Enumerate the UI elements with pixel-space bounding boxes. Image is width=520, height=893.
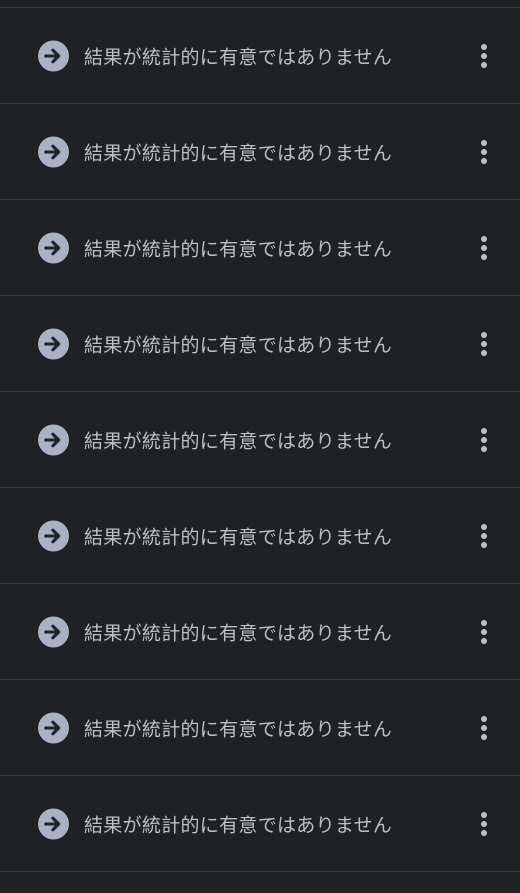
list-item[interactable]: 結果が統計的に有意ではありません (0, 776, 520, 872)
list-item-label: 結果が統計的に有意ではありません (84, 622, 393, 644)
arrow-right-circle-icon (38, 232, 69, 263)
list-item[interactable]: 結果が統計的に有意ではありません (0, 296, 520, 392)
arrow-right-circle-icon (38, 712, 69, 743)
list-item-label: 結果が統計的に有意ではありません (84, 430, 393, 452)
list-item-label: 結果が統計的に有意ではありません (84, 718, 393, 740)
more-vert-icon[interactable] (468, 324, 500, 364)
list-item[interactable]: 結果が統計的に有意ではありません (0, 392, 520, 488)
list-item-label: 結果が統計的に有意ではありません (84, 334, 393, 356)
more-vert-icon[interactable] (468, 516, 500, 556)
list-item[interactable]: 結果が統計的に有意ではありません (0, 200, 520, 296)
arrow-right-circle-icon (38, 616, 69, 647)
list-item-label: 結果が統計的に有意ではありません (84, 142, 393, 164)
more-vert-icon[interactable] (468, 228, 500, 268)
list-item[interactable]: 結果が統計的に有意ではありません (0, 584, 520, 680)
arrow-right-circle-icon (38, 520, 69, 551)
more-vert-icon[interactable] (468, 612, 500, 652)
list-item[interactable]: 結果が統計的に有意ではありません (0, 8, 520, 104)
arrow-right-circle-icon (38, 424, 69, 455)
arrow-right-circle-icon (38, 328, 69, 359)
list-item-label: 結果が統計的に有意ではありません (84, 46, 393, 68)
more-vert-icon[interactable] (468, 804, 500, 844)
list-item-label: 結果が統計的に有意ではありません (84, 814, 393, 836)
arrow-right-circle-icon (38, 136, 69, 167)
more-vert-icon[interactable] (468, 420, 500, 460)
list-item[interactable]: 結果が統計的に有意ではありません (0, 488, 520, 584)
arrow-right-circle-icon (38, 40, 69, 71)
more-vert-icon[interactable] (468, 132, 500, 172)
more-vert-icon[interactable] (468, 36, 500, 76)
list-item-label: 結果が統計的に有意ではありません (84, 238, 393, 260)
list-item-label: 結果が統計的に有意ではありません (84, 526, 393, 548)
result-list: 結果が統計的に有意ではありません 結果が統計的に有意ではありません 結果が統計的… (0, 7, 520, 893)
list-item[interactable]: 結果が統計的に有意ではありません (0, 104, 520, 200)
arrow-right-circle-icon (38, 808, 69, 839)
more-vert-icon[interactable] (468, 708, 500, 748)
list-item[interactable]: 結果が統計的に有意ではありません (0, 680, 520, 776)
